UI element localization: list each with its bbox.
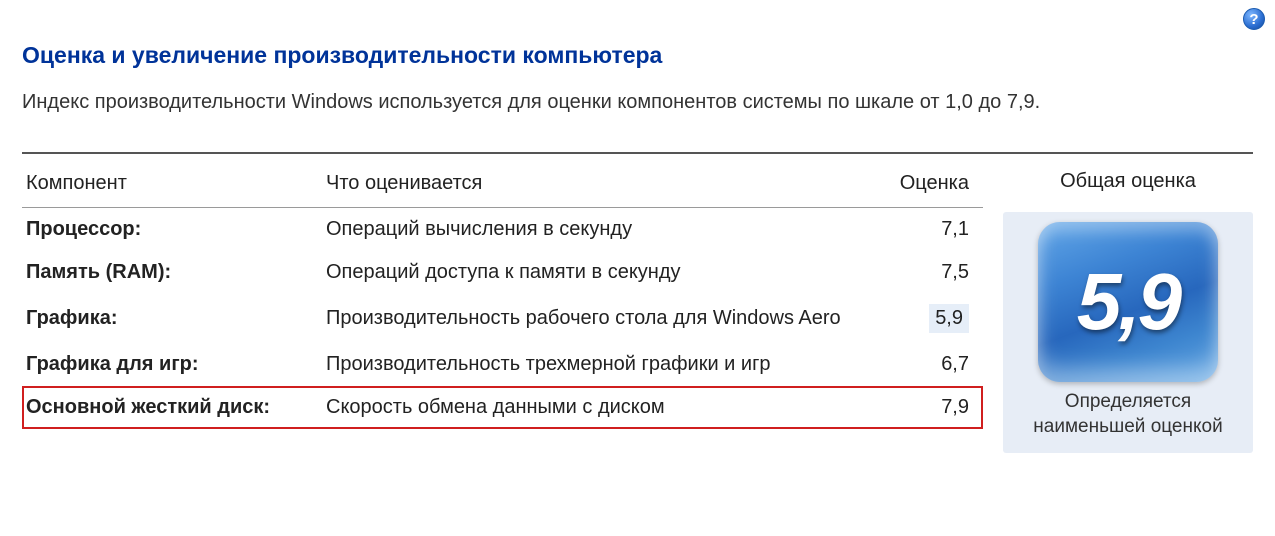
component-score: 5,9 xyxy=(893,294,983,343)
component-label: Память (RAM): xyxy=(22,251,322,294)
overall-score-caption: Определяется наименьшей оценкой xyxy=(1013,390,1243,439)
table-row: Память (RAM):Операций доступа к памяти в… xyxy=(22,251,983,294)
overall-score-header: Общая оценка xyxy=(1003,170,1253,204)
table-row: Графика:Производительность рабочего стол… xyxy=(22,294,983,343)
component-description: Скорость обмена данными с диском xyxy=(322,386,893,429)
component-score: 6,7 xyxy=(893,343,983,386)
performance-table: Компонент Что оценивается Оценка Процесс… xyxy=(22,168,983,429)
component-description: Производительность трехмерной графики и … xyxy=(322,343,893,386)
component-score: 7,9 xyxy=(893,386,983,429)
col-header-score: Оценка xyxy=(893,168,983,208)
section-divider xyxy=(22,152,1253,154)
component-score: 7,1 xyxy=(893,208,983,252)
component-label: Графика для игр: xyxy=(22,343,322,386)
component-label: Основной жесткий диск: xyxy=(22,386,322,429)
component-description: Производительность рабочего стола для Wi… xyxy=(322,294,893,343)
score-value: 5,9 xyxy=(929,304,969,333)
score-value: 6,7 xyxy=(941,353,969,375)
col-header-description: Что оценивается xyxy=(322,168,893,208)
table-row: Графика для игр:Производительность трехм… xyxy=(22,343,983,386)
component-label: Процессор: xyxy=(22,208,322,252)
component-label: Графика: xyxy=(22,294,322,343)
table-row: Основной жесткий диск:Скорость обмена да… xyxy=(22,386,983,429)
overall-score-badge: 5,9 xyxy=(1038,222,1218,382)
component-score: 7,5 xyxy=(893,251,983,294)
score-value: 7,9 xyxy=(941,396,969,418)
help-icon[interactable]: ? xyxy=(1243,8,1265,30)
page-title: Оценка и увеличение производительности к… xyxy=(22,42,1253,69)
component-description: Операций доступа к памяти в секунду xyxy=(322,251,893,294)
col-header-component: Компонент xyxy=(22,168,322,208)
overall-score-block: 5,9 Определяется наименьшей оценкой xyxy=(1003,212,1253,453)
table-row: Процессор:Операций вычисления в секунду 7… xyxy=(22,208,983,252)
help-icon-glyph: ? xyxy=(1249,11,1258,28)
score-value: 7,5 xyxy=(941,261,969,283)
page-subtitle: Индекс производительности Windows исполь… xyxy=(22,91,1253,114)
score-value: 7,1 xyxy=(941,218,969,240)
overall-score-value: 5,9 xyxy=(1077,256,1179,348)
component-description: Операций вычисления в секунду xyxy=(322,208,893,252)
